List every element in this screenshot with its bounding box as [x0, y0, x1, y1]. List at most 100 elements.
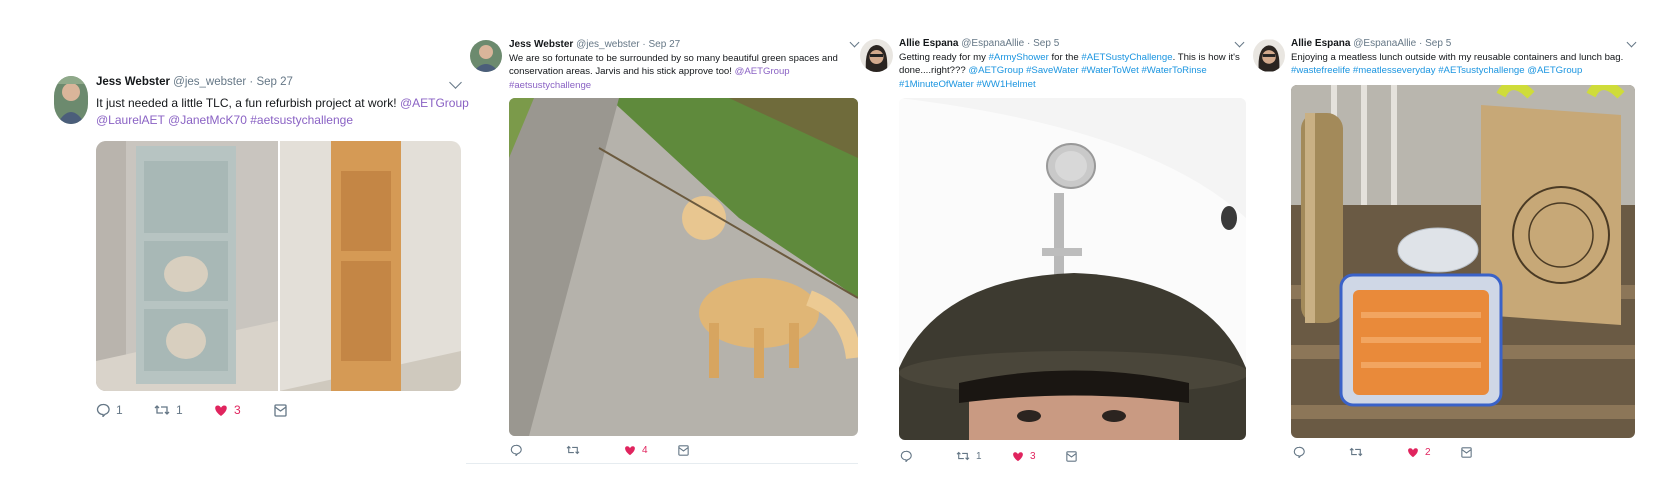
reply-icon [1293, 446, 1305, 458]
tweet-text: It just needed a little TLC, a fun refur… [96, 95, 469, 128]
retweet-button[interactable] [566, 444, 624, 456]
reply-icon [510, 444, 522, 456]
avatar[interactable] [54, 76, 88, 124]
tweet-text-run: It just needed a little TLC, a fun refur… [96, 96, 400, 110]
tweet-date[interactable]: Sep 5 [1033, 38, 1059, 49]
author-name[interactable]: Jess Webster [96, 76, 170, 88]
reply-button[interactable] [510, 444, 566, 456]
retweet-icon [1349, 447, 1363, 457]
tweet-date[interactable]: Sep 27 [649, 39, 681, 50]
hashtag-link[interactable]: #aetsustychallenge [509, 80, 591, 91]
retweet-count: 1 [176, 403, 183, 417]
tweet-header: Allie Espana @EspanaAllie · Sep 5 [1291, 38, 1451, 49]
hashtag-link[interactable]: #AETSustyChallenge [1081, 52, 1172, 63]
hashtag-link[interactable]: #WaterToRinse [1141, 65, 1206, 76]
dm-button[interactable] [1066, 450, 1077, 462]
tweet-date[interactable]: Sep 5 [1425, 38, 1451, 49]
tweet-media[interactable] [899, 98, 1246, 440]
author-name[interactable]: Allie Espana [1291, 38, 1350, 49]
like-button[interactable]: 4 [624, 445, 678, 456]
tweet-text-line: #wastefreelife #meatlesseveryday #AETsus… [1291, 64, 1623, 77]
tweet-media[interactable] [1291, 85, 1635, 438]
hashtag-link[interactable]: #1MinuteOfWater [899, 79, 974, 90]
author-name[interactable]: Allie Espana [899, 38, 958, 49]
mention-link[interactable]: @AETGroup [968, 65, 1023, 76]
reply-button[interactable] [1293, 446, 1349, 458]
retweet-icon [956, 451, 970, 461]
reply-count: 1 [116, 403, 123, 417]
dm-icon [678, 444, 689, 456]
hashtag-link[interactable]: #wastefreelife [1291, 65, 1350, 76]
tweet-text-line: conservation areas. Jarvis and his stick… [509, 65, 838, 78]
like-button[interactable]: 3 [214, 403, 274, 417]
tweet-actions: 2 [1293, 446, 1472, 458]
hashtag-link[interactable]: #WaterToWet [1081, 65, 1139, 76]
dm-icon [1066, 450, 1077, 462]
author-handle[interactable]: @jes_webster [173, 76, 246, 88]
tweet-text-run: done....right??? [899, 65, 969, 77]
mention-link[interactable]: @JanetMcK70 [168, 113, 247, 127]
tweet-text-run: Getting ready for my [899, 52, 989, 63]
dm-button[interactable] [274, 403, 287, 417]
tweet-text-line: It just needed a little TLC, a fun refur… [96, 95, 469, 112]
author-handle[interactable]: @jes_webster [576, 39, 640, 50]
chevron-down-icon[interactable] [849, 37, 860, 48]
retweet-button[interactable]: 1 [154, 403, 214, 417]
like-button[interactable]: 2 [1407, 447, 1461, 458]
avatar[interactable] [860, 39, 893, 72]
tweet-actions: 1 1 3 [96, 403, 287, 417]
hashtag-link[interactable]: #aetsustychallenge [250, 113, 353, 127]
retweet-count: 1 [976, 450, 982, 462]
tweet-text-run: We are so fortunate to be surrounded by … [509, 53, 838, 64]
author-name[interactable]: Jess Webster [509, 39, 573, 50]
hashtag-link[interactable]: #meatlesseveryday [1353, 65, 1436, 76]
dm-icon [1461, 446, 1472, 458]
hashtag-link[interactable]: #WW1Helmet [977, 79, 1036, 90]
tweet-text-line: We are so fortunate to be surrounded by … [509, 52, 838, 65]
avatar[interactable] [1253, 39, 1285, 72]
tweet-text-line: #aetsustychallenge [509, 79, 838, 92]
like-button[interactable]: 3 [1012, 451, 1066, 462]
reply-button[interactable]: 1 [96, 403, 154, 417]
author-handle[interactable]: @EspanaAllie [961, 38, 1024, 49]
divider [466, 463, 858, 464]
tweet-header: Allie Espana @EspanaAllie · Sep 5 [899, 38, 1059, 49]
avatar[interactable] [470, 40, 502, 72]
heart-icon [625, 445, 635, 455]
tweet-media[interactable] [509, 98, 858, 436]
like-count: 3 [1030, 450, 1036, 462]
chevron-down-icon[interactable] [1626, 37, 1637, 48]
retweet-icon [154, 405, 170, 415]
mention-link[interactable]: @LaurelAET [96, 113, 165, 127]
hashtag-link[interactable]: #AETsustychallenge [1438, 65, 1524, 76]
hashtag-link[interactable]: #SaveWater [1026, 65, 1078, 76]
reply-button[interactable] [900, 450, 956, 462]
dm-button[interactable] [1461, 446, 1472, 458]
separator: · [642, 39, 646, 50]
like-count: 3 [234, 403, 241, 417]
retweet-button[interactable] [1349, 446, 1407, 458]
like-count: 4 [642, 444, 648, 456]
tweet-actions: 4 [510, 444, 689, 456]
tweet-text: Getting ready for my #ArmyShower for the… [899, 51, 1240, 91]
tweet-text-run: conservation areas. Jarvis and his stick… [509, 66, 735, 78]
tweet-media[interactable] [96, 141, 461, 391]
tweet-date[interactable]: Sep 27 [256, 76, 292, 88]
mention-link[interactable]: @AETGroup [735, 66, 790, 77]
tweet-text-line: @LaurelAET @JanetMcK70 #aetsustychalleng… [96, 112, 469, 129]
tweet-text-run: for the [1048, 52, 1082, 63]
retweet-button[interactable]: 1 [956, 450, 1012, 462]
tweet-text-run: Enjoying a meatless lunch outside with m… [1291, 52, 1624, 63]
mention-link[interactable]: @AETGroup [1527, 65, 1582, 76]
dm-button[interactable] [678, 444, 689, 456]
mention-link[interactable]: @AETGroup [400, 96, 469, 110]
chevron-down-icon[interactable] [449, 76, 462, 89]
reply-icon [900, 450, 912, 462]
hashtag-link[interactable]: #ArmyShower [989, 52, 1049, 63]
tweet-text: Enjoying a meatless lunch outside with m… [1291, 51, 1623, 78]
author-handle[interactable]: @EspanaAllie [1353, 38, 1416, 49]
tweet-header: Jess Webster @jes_webster · Sep 27 [96, 76, 293, 88]
reply-icon [96, 403, 110, 417]
retweet-icon [566, 445, 580, 455]
chevron-down-icon[interactable] [1234, 37, 1245, 48]
